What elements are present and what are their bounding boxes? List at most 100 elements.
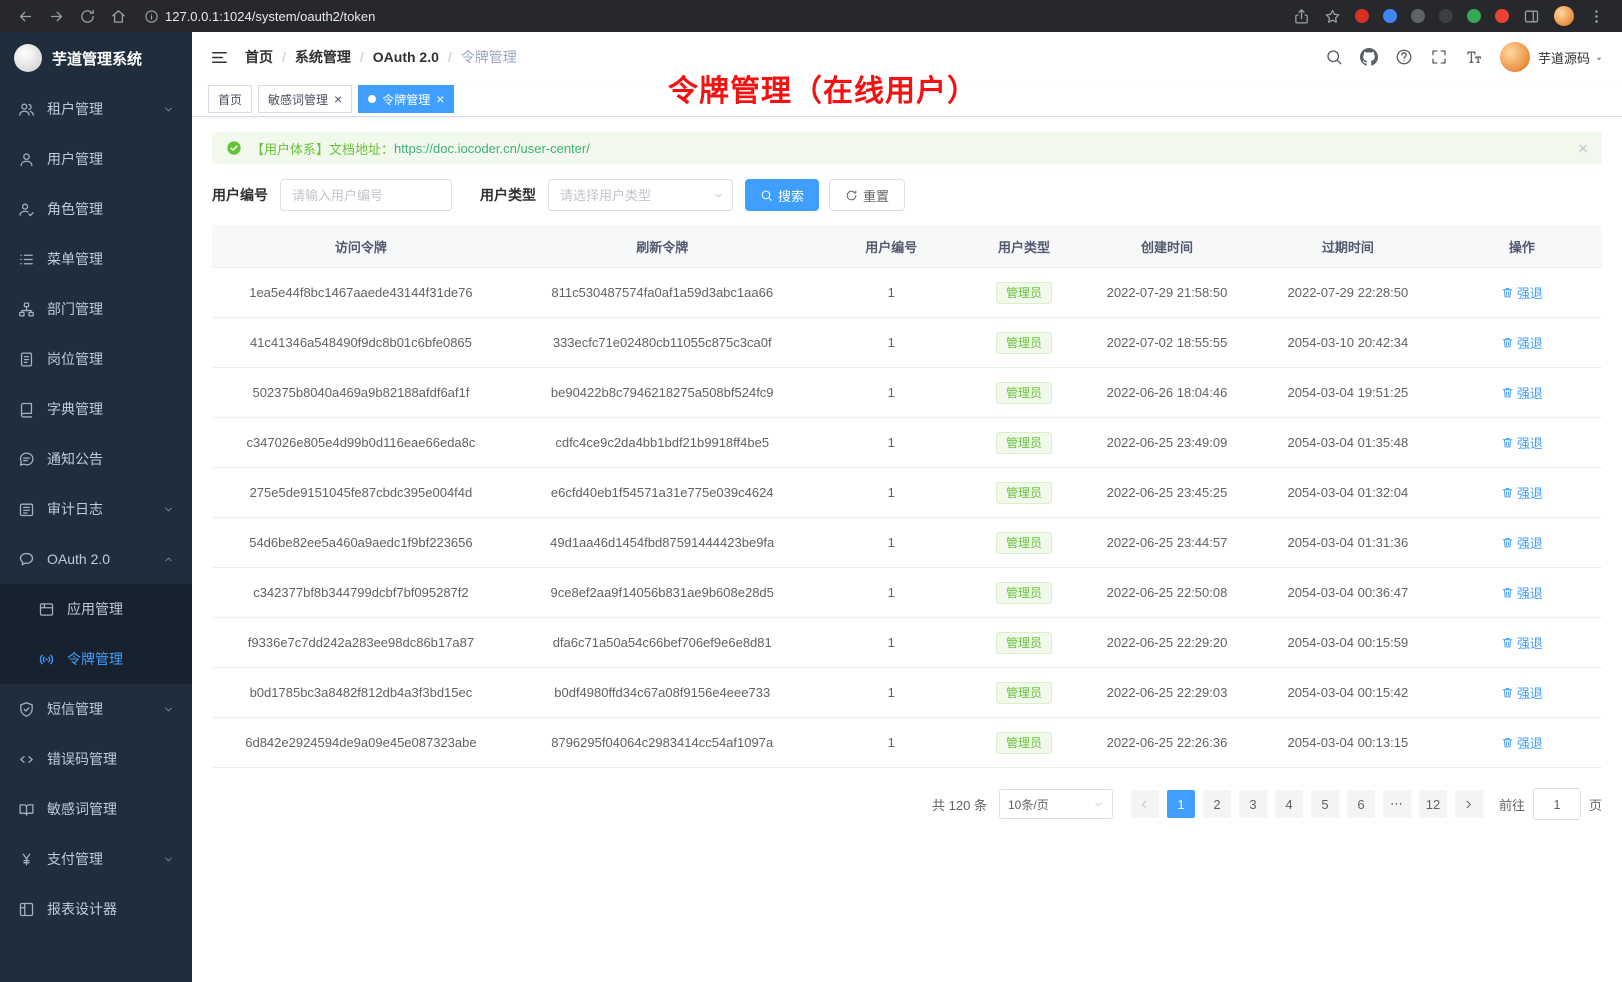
page-button-3[interactable]: 3 [1239,790,1267,818]
extension-icon[interactable] [1495,9,1509,23]
table-body: 1ea5e44f8bc1467aaede43144f31de76811c5304… [212,268,1602,768]
force-logout-button[interactable]: 强退 [1501,383,1543,402]
chevron-left-icon [1138,798,1151,811]
chevron-up-icon [163,554,174,565]
page-button-12[interactable]: 12 [1419,790,1447,818]
browser-profile-avatar[interactable] [1554,6,1574,26]
force-logout-label: 强退 [1517,633,1543,652]
sidebar-item-dict[interactable]: 字典管理 [0,384,192,434]
page-button-1[interactable]: 1 [1167,790,1195,818]
page-ellipsis[interactable]: ⋯ [1383,790,1411,818]
user-id-input[interactable] [280,179,452,211]
force-logout-button[interactable]: 强退 [1501,583,1543,602]
page-size-select[interactable]: 10条/页 [999,789,1113,819]
force-logout-button[interactable]: 强退 [1501,683,1543,702]
refresh-token-cell: 49d1aa46d1454fbd87591444423be9fa [510,518,815,568]
help-icon[interactable] [1395,48,1413,66]
app-logo[interactable]: 芋道管理系统 [0,32,192,84]
sidebar-item-label: 部门管理 [47,299,103,319]
page-button-5[interactable]: 5 [1311,790,1339,818]
force-logout-button[interactable]: 强退 [1501,433,1543,452]
site-info-icon[interactable] [144,9,159,24]
breadcrumb-item[interactable]: 系统管理 [295,47,351,67]
reset-button[interactable]: 重置 [829,179,905,211]
user-name: 芋道源码 [1538,48,1590,67]
breadcrumb-item[interactable]: 首页 [245,47,273,67]
fullscreen-icon[interactable] [1430,48,1448,66]
search-icon[interactable] [1325,48,1343,66]
fontsize-icon[interactable] [1465,48,1483,66]
sidebar-item-sms[interactable]: 短信管理 [0,684,192,734]
sidebar-item-notice[interactable]: 通知公告 [0,434,192,484]
share-icon[interactable] [1293,8,1310,25]
extension-icon[interactable] [1411,9,1425,23]
sidebar-item-oauth[interactable]: OAuth 2.0 [0,534,192,584]
force-logout-button[interactable]: 强退 [1501,283,1543,302]
prev-page-button[interactable] [1131,790,1159,818]
sidebar-item-sensitive[interactable]: 敏感词管理 [0,784,192,834]
page-button-4[interactable]: 4 [1275,790,1303,818]
notice-icon [18,451,35,468]
force-logout-button[interactable]: 强退 [1501,533,1543,552]
extension-icon[interactable] [1467,9,1481,23]
app-shell: 芋道管理系统 租户管理用户管理角色管理菜单管理部门管理岗位管理字典管理通知公告审… [0,32,1622,982]
sidebar-item-pay[interactable]: 支付管理 [0,834,192,884]
user-type-select-input[interactable] [548,179,733,211]
sidebar-item-report[interactable]: 报表设计器 [0,884,192,934]
tab-item[interactable]: 敏感词管理× [258,85,352,113]
doc-link[interactable]: https://doc.iocoder.cn/user-center/ [394,141,590,156]
side-panel-icon[interactable] [1523,8,1540,25]
breadcrumb-separator: / [282,49,286,65]
sidebar-item-dept[interactable]: 部门管理 [0,284,192,334]
tab-close-icon[interactable]: × [334,92,342,106]
tab-item[interactable]: 首页 [208,85,252,113]
user-type-select[interactable] [548,179,733,211]
force-logout-button[interactable]: 强退 [1501,733,1543,752]
sidebar-item-app[interactable]: 应用管理 [0,584,192,634]
nav-tools-icons [1308,48,1483,66]
user-avatar[interactable] [1500,42,1530,72]
sidebar-item-tenant[interactable]: 租户管理 [0,84,192,134]
page-button-6[interactable]: 6 [1347,790,1375,818]
sidebar-item-user[interactable]: 用户管理 [0,134,192,184]
browser-forward-button[interactable] [48,8,65,25]
app-title: 芋道管理系统 [52,48,142,69]
github-icon[interactable] [1360,48,1378,66]
alert-close-icon[interactable]: × [1578,140,1588,157]
sidebar-item-token[interactable]: 令牌管理 [0,634,192,684]
sidebar-item-menu[interactable]: 菜单管理 [0,234,192,284]
force-logout-button[interactable]: 强退 [1501,333,1543,352]
sidebar-item-errcode[interactable]: 错误码管理 [0,734,192,784]
tab-close-icon[interactable]: × [436,92,444,106]
table-row: 502375b8040a469a9b82188afdf6af1fbe90422b… [212,368,1602,418]
force-logout-button[interactable]: 强退 [1501,633,1543,652]
browser-menu-icon[interactable] [1588,8,1605,25]
column-header: 用户类型 [968,225,1080,268]
user-menu[interactable]: 芋道源码 [1538,48,1604,67]
breadcrumb-item[interactable]: OAuth 2.0 [373,49,439,65]
tab-item[interactable]: 令牌管理× [358,85,454,113]
browser-back-button[interactable] [17,8,34,25]
force-logout-button[interactable]: 强退 [1501,483,1543,502]
create-time-cell: 2022-07-29 21:58:50 [1080,268,1254,318]
browser-reload-button[interactable] [79,8,96,25]
url-bar[interactable]: 127.0.0.1:1024/system/oauth2/token [144,9,1286,24]
create-time-cell: 2022-06-25 22:26:36 [1080,718,1254,768]
page-button-2[interactable]: 2 [1203,790,1231,818]
extension-icon[interactable] [1355,9,1369,23]
bookmark-star-icon[interactable] [1324,8,1341,25]
user-type-cell: 管理员 [968,418,1080,468]
sidebar-item-role[interactable]: 角色管理 [0,184,192,234]
chevron-down-icon [163,854,174,865]
sidebar-item-post[interactable]: 岗位管理 [0,334,192,384]
extension-icon[interactable] [1383,9,1397,23]
goto-page-input[interactable] [1533,788,1581,820]
extension-icon[interactable] [1439,9,1453,23]
sidebar-item-audit[interactable]: 审计日志 [0,484,192,534]
sidebar-toggle-icon[interactable] [210,48,229,67]
column-header: 访问令牌 [212,225,510,268]
table-row: f9336e7c7dd242a283ee98dc86b17a87dfa6c71a… [212,618,1602,668]
next-page-button[interactable] [1455,790,1483,818]
search-button[interactable]: 搜索 [745,179,819,211]
browser-home-button[interactable] [110,8,127,25]
